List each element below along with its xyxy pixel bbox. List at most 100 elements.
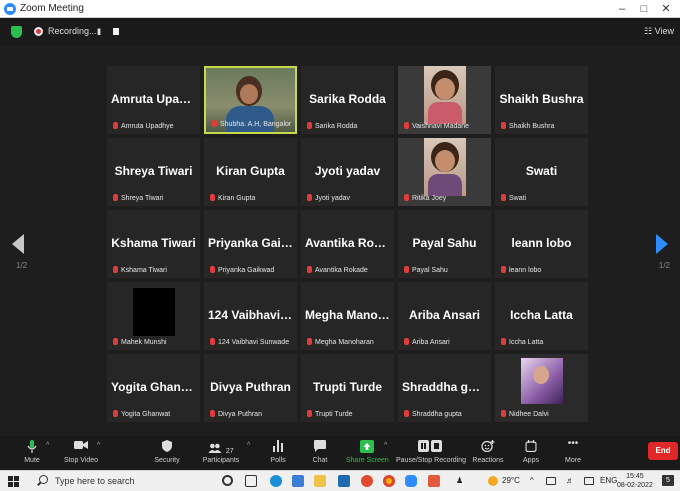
notification-center-icon[interactable]: 5	[662, 475, 674, 486]
participant-tile[interactable]: leann lobo leann lobo	[495, 210, 588, 278]
zoom-taskbar-icon[interactable]	[405, 475, 417, 487]
participant-tile[interactable]: Amruta Upadhye Amruta Upadhye	[107, 66, 200, 134]
polls-button[interactable]: Polls	[264, 436, 292, 470]
more-label: More	[565, 457, 581, 464]
participant-tile[interactable]: Shaikh Bushra Shaikh Bushra	[495, 66, 588, 134]
participant-tile[interactable]: Kshama Tiwari Kshama Tiwari	[107, 210, 200, 278]
participant-name-text: Shubha. A.H, Bangalore	[220, 121, 291, 128]
participant-tile[interactable]: Kiran Gupta Kiran Gupta	[204, 138, 297, 206]
share-screen-button[interactable]: Share Screen	[346, 436, 389, 470]
opera-icon[interactable]	[361, 475, 373, 487]
temperature-readout[interactable]: 29°C	[502, 476, 520, 485]
mail-icon[interactable]	[338, 475, 350, 487]
participant-tile[interactable]: Sarika Rodda Sarika Rodda	[301, 66, 394, 134]
participant-name-text: Shaikh Bushra	[509, 123, 555, 130]
network-icon[interactable]	[546, 477, 556, 485]
muted-mic-icon	[501, 338, 506, 345]
language-indicator[interactable]: ENG	[600, 476, 617, 485]
weather-sun-icon[interactable]	[488, 476, 498, 486]
participant-tile[interactable]: Priyanka Gaikwad Priyanka Gaikwad	[204, 210, 297, 278]
participants-button[interactable]: 27 Participants	[202, 436, 240, 470]
participant-display-name: Swati	[525, 164, 558, 178]
smiley-plus-icon	[481, 440, 495, 452]
battery-icon[interactable]	[584, 477, 594, 485]
view-button[interactable]: ☷ View	[644, 26, 674, 37]
participant-display-name: Ariba Ansari	[409, 308, 480, 322]
participant-tile[interactable]: Shraddha gupta Shraddha gupta	[398, 354, 491, 422]
participant-name-label: Yogita Ghanwat	[113, 410, 196, 418]
participant-tile[interactable]: Payal Sahu Payal Sahu	[398, 210, 491, 278]
participant-tile[interactable]: Vaishnavi Madane	[398, 66, 491, 134]
clock-time: 15:45	[626, 473, 644, 480]
pause-stop-recording-button[interactable]: Pause/Stop Recording	[396, 436, 466, 470]
security-button[interactable]: Security	[152, 436, 182, 470]
participant-display-name: Megha Manoha...	[305, 308, 390, 322]
taskbar-search-input[interactable]: Type here to search	[55, 476, 135, 486]
people-icon[interactable]: ♟	[456, 476, 463, 485]
security-shield-icon[interactable]	[11, 26, 22, 38]
participant-tile[interactable]: Shreya Tiwari Shreya Tiwari	[107, 138, 200, 206]
participants-label: Participants	[202, 457, 240, 464]
participants-options-caret[interactable]: ^	[247, 442, 250, 449]
task-view-icon[interactable]	[245, 475, 257, 487]
muted-mic-icon	[210, 410, 215, 417]
store-icon[interactable]	[292, 475, 304, 487]
participant-name-text: Ariba Ansari	[412, 339, 450, 346]
end-meeting-button[interactable]: End	[648, 442, 678, 460]
participant-tile[interactable]: Ritika Joey	[398, 138, 491, 206]
file-explorer-icon[interactable]	[314, 475, 326, 487]
participant-name-text: Divya Puthran	[218, 411, 262, 418]
participant-tile[interactable]: Avantika Rokade Avantika Rokade	[301, 210, 394, 278]
share-options-caret[interactable]: ^	[384, 442, 387, 449]
participant-tile[interactable]: Divya Puthran Divya Puthran	[204, 354, 297, 422]
participant-display-name: Yogita Ghanwat	[111, 380, 196, 394]
stop-video-button[interactable]: Stop Video	[62, 436, 100, 470]
participant-tile[interactable]: Trupti Turde Trupti Turde	[301, 354, 394, 422]
participant-name-text: Kshama Tiwari	[121, 267, 167, 274]
chrome-icon[interactable]	[383, 475, 395, 487]
participant-tile[interactable]: Mahek Munshi	[107, 282, 200, 350]
cortana-icon[interactable]	[222, 475, 233, 486]
participant-tile[interactable]: Yogita Ghanwat Yogita Ghanwat	[107, 354, 200, 422]
meeting-toolbar: Mute ^ Stop Video ^ Security 27 Particip…	[0, 436, 680, 470]
chat-button[interactable]: Chat	[307, 436, 333, 470]
apps-button[interactable]: Apps	[518, 436, 544, 470]
edge-browser-icon[interactable]	[270, 475, 282, 487]
close-button[interactable]: ✕	[658, 2, 674, 16]
search-icon[interactable]	[39, 475, 48, 484]
maximize-button[interactable]: □	[636, 2, 652, 16]
next-page-arrow-icon[interactable]	[656, 234, 668, 254]
video-options-caret[interactable]: ^	[97, 442, 100, 449]
window-titlebar: Zoom Meeting – □ ✕	[0, 0, 680, 18]
participant-name-label: Ariba Ansari	[404, 338, 487, 346]
volume-icon[interactable]: ♬	[566, 476, 574, 485]
participant-tile[interactable]: Shubha. A.H, Bangalore	[204, 66, 297, 134]
windows-start-icon[interactable]	[8, 476, 19, 487]
mute-button[interactable]: Mute	[20, 436, 44, 470]
shield-icon	[162, 440, 172, 452]
participant-name-text: Trupti Turde	[315, 411, 353, 418]
participant-display-name: Sarika Rodda	[309, 92, 386, 106]
participant-tile[interactable]: Megha Manoha... Megha Manoharan	[301, 282, 394, 350]
participant-tile[interactable]: Iccha Latta Iccha Latta	[495, 282, 588, 350]
muted-mic-icon	[501, 410, 506, 417]
media-app-icon[interactable]	[428, 475, 440, 487]
reactions-button[interactable]: Reactions	[472, 436, 504, 470]
audio-options-caret[interactable]: ^	[46, 442, 49, 449]
participant-tile[interactable]: Nidhee Dalvi	[495, 354, 588, 422]
participant-name-label: Shubha. A.H, Bangalore	[212, 120, 291, 128]
participant-tile[interactable]: Swati Swati	[495, 138, 588, 206]
pause-recording-button[interactable]: II	[97, 27, 101, 37]
participant-tile[interactable]: 124 Vaibhavi Su... 124 Vaibhavi Sunwade	[204, 282, 297, 350]
taskbar-clock[interactable]: 15:45 08-02-2022	[617, 472, 653, 490]
more-button[interactable]: ••• More	[560, 436, 586, 470]
participant-tile[interactable]: Ariba Ansari Ariba Ansari	[398, 282, 491, 350]
participant-name-text: Kiran Gupta	[218, 195, 256, 202]
previous-page-arrow-icon[interactable]	[12, 234, 24, 254]
show-hidden-icons-caret[interactable]: ^	[530, 476, 534, 485]
participant-tile[interactable]: Jyoti yadav Jyoti yadav	[301, 138, 394, 206]
mute-label: Mute	[24, 457, 40, 464]
minimize-button[interactable]: –	[614, 2, 630, 16]
participant-name-label: Nidhee Dalvi	[501, 410, 584, 418]
stop-recording-button[interactable]	[113, 28, 119, 35]
